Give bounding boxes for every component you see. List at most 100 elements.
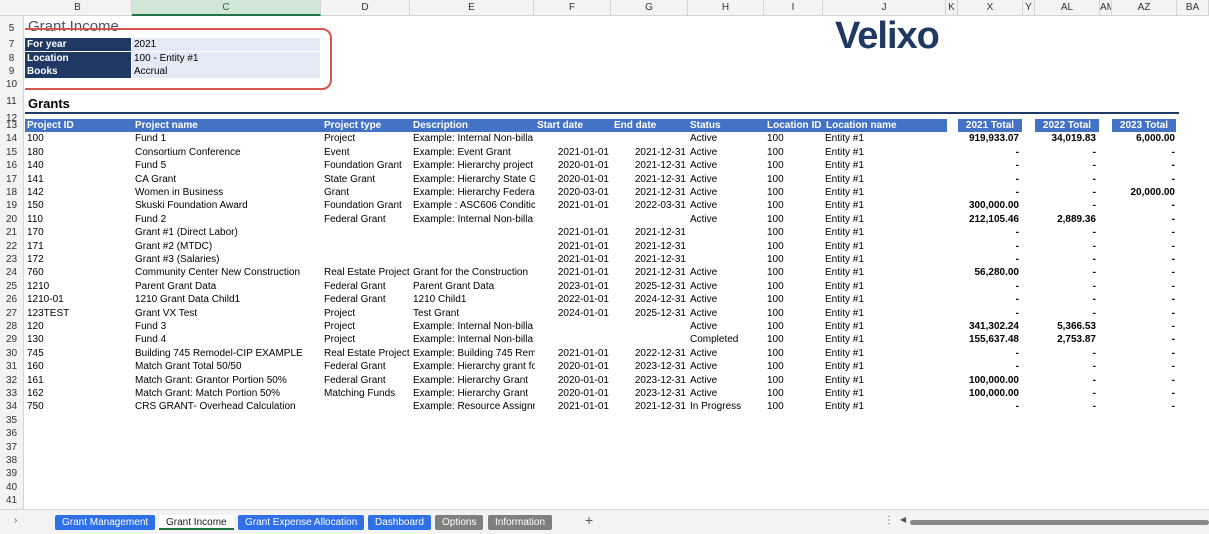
cell-start[interactable]: 2020-01-01 <box>535 374 609 387</box>
cell-desc[interactable]: Test Grant <box>413 307 535 320</box>
cell-t2023[interactable]: - <box>1105 387 1175 400</box>
row-number[interactable]: 10 <box>0 78 23 91</box>
row-number[interactable]: 17 <box>0 173 23 186</box>
column-header-g[interactable]: G <box>611 0 688 16</box>
cell-loc[interactable]: 100 <box>767 173 823 186</box>
horizontal-scrollbar[interactable] <box>910 520 1209 525</box>
column-header-j[interactable]: J <box>823 0 946 16</box>
cell-t2022[interactable]: - <box>1032 199 1096 212</box>
cell-id[interactable]: 171 <box>27 240 131 253</box>
cell-locname[interactable]: Entity #1 <box>825 387 945 400</box>
cell-id[interactable]: 170 <box>27 226 131 239</box>
cell-status[interactable]: Active <box>690 199 764 212</box>
cell-t2022[interactable]: - <box>1032 280 1096 293</box>
column-header-k[interactable]: K <box>946 0 958 16</box>
cell-t2022[interactable]: - <box>1032 173 1096 186</box>
cell-desc[interactable]: Example: Hierarchy Federa <box>413 186 535 199</box>
cell-locname[interactable]: Entity #1 <box>825 293 945 306</box>
cell-end[interactable]: 2023-12-31 <box>612 374 686 387</box>
row-number[interactable]: 26 <box>0 293 23 306</box>
cell-desc[interactable]: Example: Hierarchy grant fo <box>413 360 535 373</box>
cell-id[interactable]: 120 <box>27 320 131 333</box>
cell-name[interactable]: Grant VX Test <box>135 307 321 320</box>
cell-start[interactable]: 2024-01-01 <box>535 307 609 320</box>
cell-start[interactable]: 2020-01-01 <box>535 387 609 400</box>
cell-loc[interactable]: 100 <box>767 266 823 279</box>
cell-t2023[interactable]: - <box>1105 240 1175 253</box>
cell-type[interactable]: Matching Funds <box>324 387 411 400</box>
cell-type[interactable]: Federal Grant <box>324 293 411 306</box>
cell-type[interactable]: Federal Grant <box>324 280 411 293</box>
row-number[interactable]: 20 <box>0 213 23 226</box>
cell-end[interactable]: 2021-12-31 <box>612 266 686 279</box>
column-header-x[interactable]: X <box>958 0 1023 16</box>
cell-t2021[interactable]: - <box>955 146 1019 159</box>
cell-status[interactable]: Active <box>690 360 764 373</box>
cell-end[interactable]: 2021-12-31 <box>612 146 686 159</box>
cell-locname[interactable]: Entity #1 <box>825 132 945 145</box>
cell-name[interactable]: Grant #3 (Salaries) <box>135 253 321 266</box>
cell-loc[interactable]: 100 <box>767 280 823 293</box>
cell-locname[interactable]: Entity #1 <box>825 360 945 373</box>
cell-t2021[interactable]: - <box>955 253 1019 266</box>
cell-locname[interactable]: Entity #1 <box>825 240 945 253</box>
column-header-az[interactable]: AZ <box>1112 0 1177 16</box>
column-header-h[interactable]: H <box>688 0 764 16</box>
cell-t2021[interactable]: 212,105.46 <box>955 213 1019 226</box>
cell-id[interactable]: 162 <box>27 387 131 400</box>
sheet-tab-grant-management[interactable]: Grant Management <box>55 515 156 530</box>
cell-desc[interactable]: Example: Resource Assignr <box>413 400 535 413</box>
cell-id[interactable]: 130 <box>27 333 131 346</box>
cell-end[interactable]: 2022-03-31 <box>612 199 686 212</box>
cell-loc[interactable]: 100 <box>767 253 823 266</box>
cell-t2021[interactable]: 341,302.24 <box>955 320 1019 333</box>
cell-id[interactable]: 123TEST <box>27 307 131 320</box>
row-number[interactable]: 38 <box>0 454 23 467</box>
cell-type[interactable]: Project <box>324 333 411 346</box>
cell-status[interactable]: Active <box>690 320 764 333</box>
cell-start[interactable]: 2021-01-01 <box>535 199 609 212</box>
cell-id[interactable]: 160 <box>27 360 131 373</box>
cell-status[interactable]: Active <box>690 347 764 360</box>
row-number[interactable]: 31 <box>0 360 23 373</box>
cell-t2022[interactable]: - <box>1032 387 1096 400</box>
cell-locname[interactable]: Entity #1 <box>825 213 945 226</box>
cell-end[interactable]: 2025-12-31 <box>612 280 686 293</box>
cell-start[interactable]: 2020-01-01 <box>535 159 609 172</box>
cell-t2023[interactable]: - <box>1105 173 1175 186</box>
cell-t2021[interactable]: - <box>955 307 1019 320</box>
cell-loc[interactable]: 100 <box>767 199 823 212</box>
cell-start[interactable]: 2021-01-01 <box>535 266 609 279</box>
cell-status[interactable]: Active <box>690 173 764 186</box>
cell-name[interactable]: Grant #1 (Direct Labor) <box>135 226 321 239</box>
cell-id[interactable]: 150 <box>27 199 131 212</box>
cell-loc[interactable]: 100 <box>767 186 823 199</box>
cell-t2023[interactable]: 20,000.00 <box>1105 186 1176 199</box>
cell-end[interactable]: 2021-12-31 <box>612 400 686 413</box>
cell-type[interactable]: Project <box>324 320 411 333</box>
cell-t2021[interactable]: - <box>955 280 1019 293</box>
cell-locname[interactable]: Entity #1 <box>825 374 945 387</box>
cell-t2021[interactable]: 300,000.00 <box>955 199 1019 212</box>
cell-status[interactable]: Active <box>690 186 764 199</box>
cell-desc[interactable]: Example: Hierarchy Grant <box>413 374 535 387</box>
cell-loc[interactable]: 100 <box>767 320 823 333</box>
tab-scroll-icon[interactable]: › <box>14 515 17 526</box>
cell-t2022[interactable]: - <box>1032 226 1096 239</box>
cell-start[interactable]: 2021-01-01 <box>535 240 609 253</box>
cell-start[interactable]: 2020-03-01 <box>535 186 609 199</box>
cell-name[interactable]: Parent Grant Data <box>135 280 321 293</box>
row-number[interactable]: 32 <box>0 374 23 387</box>
cell-t2022[interactable]: - <box>1032 400 1096 413</box>
cell-desc[interactable]: Example: Internal Non-billa <box>413 320 535 333</box>
cell-start[interactable]: 2021-01-01 <box>535 400 609 413</box>
cell-desc[interactable]: Example: Hierarchy State G <box>413 173 535 186</box>
sheet-tab-dashboard[interactable]: Dashboard <box>368 515 431 530</box>
cell-loc[interactable]: 100 <box>767 293 823 306</box>
cell-t2023[interactable]: - <box>1105 293 1175 306</box>
cell-t2023[interactable]: - <box>1105 320 1175 333</box>
row-number[interactable]: 25 <box>0 280 23 293</box>
cell-type[interactable]: Federal Grant <box>324 213 411 226</box>
cell-status[interactable]: Active <box>690 159 764 172</box>
cell-loc[interactable]: 100 <box>767 400 823 413</box>
